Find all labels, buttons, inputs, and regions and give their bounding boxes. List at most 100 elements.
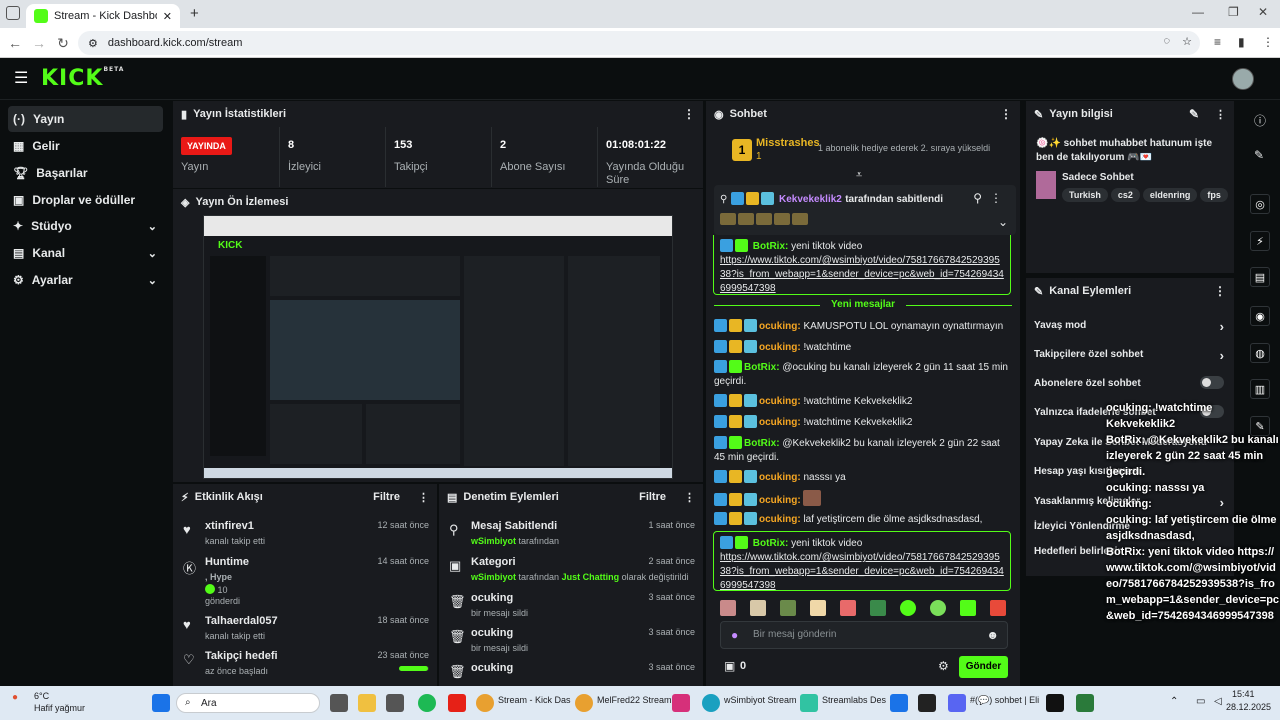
system-tray-chevron-icon[interactable]: ⌃	[1170, 696, 1178, 707]
sidebar-item-ayarlar[interactable]: ⚙ Ayarlar ⌄	[8, 267, 163, 293]
document-rail-icon[interactable]: ▤	[1250, 267, 1270, 287]
hamburger-menu-icon[interactable]: ☰	[14, 68, 28, 88]
unpin-icon[interactable]: ⚲	[973, 191, 982, 205]
emote-icon[interactable]	[750, 600, 766, 616]
close-window-icon[interactable]: ✕	[1258, 5, 1268, 19]
emote-icon[interactable]	[930, 600, 946, 616]
sidebar-item-basarilar[interactable]: 🏆︎ Başarılar	[8, 160, 163, 186]
taskbar-app[interactable]: wSimbiyot Stream	[724, 695, 797, 705]
file-explorer-icon[interactable]	[358, 694, 376, 712]
chat-username[interactable]: BotRix:	[744, 438, 780, 449]
emote-icon[interactable]	[840, 600, 856, 616]
message-link[interactable]: https://www.tiktok.com/@wsimbiyot/video/…	[720, 255, 1004, 294]
emote-icon[interactable]	[780, 600, 796, 616]
chrome-icon[interactable]	[476, 694, 494, 712]
capcut-icon[interactable]	[918, 694, 936, 712]
sidebar-item-studyo[interactable]: ✦ Stüdyo ⌄	[8, 213, 163, 239]
app-icon[interactable]	[386, 694, 404, 712]
emote-icon[interactable]	[870, 600, 886, 616]
sidebar-item-droplar[interactable]: ▣ Droplar ve ödüller	[8, 187, 163, 213]
bookmark-star-icon[interactable]: ☆	[1182, 35, 1192, 48]
tag[interactable]: cs2	[1110, 188, 1140, 202]
chat-username[interactable]: ocuking:	[759, 396, 801, 407]
tab-close-icon[interactable]: ✕	[163, 10, 172, 23]
action-subscribers-only[interactable]: Abonelere özel sohbet	[1034, 376, 1224, 389]
sidebar-item-yayin[interactable]: (·) Yayın	[8, 106, 163, 132]
emote-icon[interactable]	[720, 600, 736, 616]
emote-icon[interactable]	[990, 600, 1006, 616]
filter-button[interactable]: Filtre	[639, 491, 666, 503]
sidebar-item-gelir[interactable]: ▦ Gelir	[8, 133, 163, 159]
filter-button[interactable]: Filtre	[373, 491, 400, 503]
browser-tab[interactable]: Stream - Kick Dashboard ✕	[26, 4, 180, 28]
new-tab-icon[interactable]: +	[190, 5, 199, 22]
network-icon[interactable]: ▭	[1196, 696, 1205, 707]
minimize-icon[interactable]: —	[1192, 5, 1204, 19]
collapse-icon[interactable]: ⩡	[856, 169, 862, 182]
expand-chevron-icon[interactable]: ⌄	[998, 215, 1008, 229]
more-options-icon[interactable]: ⋮	[683, 107, 695, 121]
more-options-icon[interactable]: ⋮	[1000, 107, 1012, 121]
chat-rail-icon[interactable]: ◉	[1250, 306, 1270, 326]
tag[interactable]: Turkish	[1062, 188, 1108, 202]
layout-rail-icon[interactable]: ▥	[1250, 379, 1270, 399]
chat-settings-icon[interactable]: ⚙	[938, 659, 949, 673]
weather-icon[interactable]: ●	[12, 692, 18, 703]
taskbar-app[interactable]: #(💬) sohbet | Eli	[970, 695, 1039, 706]
send-button[interactable]: Gönder	[959, 656, 1008, 678]
clock-date[interactable]: 28.12.2025	[1226, 702, 1271, 712]
url-input[interactable]: ⚙ dashboard.kick.com/stream ◌ ☆	[78, 31, 1200, 55]
message-link[interactable]: https://www.tiktok.com/@wsimbiyot/video/…	[720, 552, 1004, 591]
stream-preview-video[interactable]: KICK	[203, 215, 673, 479]
taskbar-app[interactable]: Stream - Kick Das	[498, 695, 571, 705]
chat-username[interactable]: ocuking:	[759, 342, 801, 353]
outlook-icon[interactable]	[890, 694, 908, 712]
tiktok-icon[interactable]	[1046, 694, 1064, 712]
camera-rail-icon[interactable]: ◎	[1250, 194, 1270, 214]
chat-input[interactable]: ● Bir mesaj gönderin ☻	[720, 621, 1008, 649]
more-options-icon[interactable]: ⋮	[684, 491, 695, 504]
taskbar-app[interactable]: MelFred22 Stream	[597, 695, 672, 705]
site-info-icon[interactable]: ⚙	[88, 37, 98, 50]
chat-username[interactable]: BotRix:	[744, 362, 780, 373]
tab-search-icon[interactable]: ≡	[1214, 35, 1221, 49]
extension-icon[interactable]: ▮	[1238, 35, 1245, 49]
streamlabs-icon[interactable]	[800, 694, 818, 712]
more-options-icon[interactable]: ⋮	[1215, 108, 1226, 121]
emote-icon[interactable]	[960, 600, 976, 616]
avatar[interactable]	[1232, 68, 1254, 90]
microphone-icon[interactable]: ●	[731, 628, 738, 642]
taskbar-search[interactable]: ⌕ Ara	[176, 693, 320, 713]
broadcast-rail-icon[interactable]: ◍	[1250, 343, 1270, 363]
youtube-icon[interactable]	[448, 694, 466, 712]
sidebar-item-kanal[interactable]: ▤ Kanal ⌄	[8, 240, 163, 266]
emote-icon[interactable]	[900, 600, 916, 616]
category-name[interactable]: Sadece Sohbet	[1062, 172, 1134, 183]
discord-icon[interactable]	[948, 694, 966, 712]
emote-icon[interactable]	[810, 600, 826, 616]
tag[interactable]: eldenring	[1142, 188, 1198, 202]
app-icon[interactable]	[1076, 694, 1094, 712]
action-followers-only[interactable]: Takipçilere özel sohbet ›	[1034, 348, 1224, 363]
channel-points-icon[interactable]: ▣	[724, 659, 735, 673]
edit-icon[interactable]: ✎	[1189, 107, 1199, 121]
tag[interactable]: fps	[1200, 188, 1228, 202]
eye-off-icon[interactable]: ◌	[1163, 35, 1170, 47]
bot-name[interactable]: BotRix:	[753, 538, 789, 549]
spotify-icon[interactable]	[418, 694, 436, 712]
chat-username[interactable]: ocuking:	[759, 514, 801, 525]
back-icon[interactable]: ←	[6, 34, 24, 52]
subscribers-only-toggle[interactable]	[1200, 376, 1224, 389]
start-icon[interactable]	[152, 694, 170, 712]
info-icon[interactable]: ⓘ	[1254, 112, 1266, 129]
chat-username[interactable]: ocuking:	[759, 321, 801, 332]
task-view-icon[interactable]	[330, 694, 348, 712]
chrome-icon[interactable]	[575, 694, 593, 712]
bolt-rail-icon[interactable]: ⚡︎	[1250, 231, 1270, 251]
chat-username[interactable]: ocuking:	[759, 472, 801, 483]
instagram-icon[interactable]	[672, 694, 690, 712]
clock-time[interactable]: 15:41	[1232, 689, 1255, 699]
action-slow-mode[interactable]: Yavaş mod ›	[1034, 319, 1224, 334]
forward-icon[interactable]: →	[30, 34, 48, 52]
taskbar-app[interactable]: Streamlabs Des	[822, 695, 886, 705]
